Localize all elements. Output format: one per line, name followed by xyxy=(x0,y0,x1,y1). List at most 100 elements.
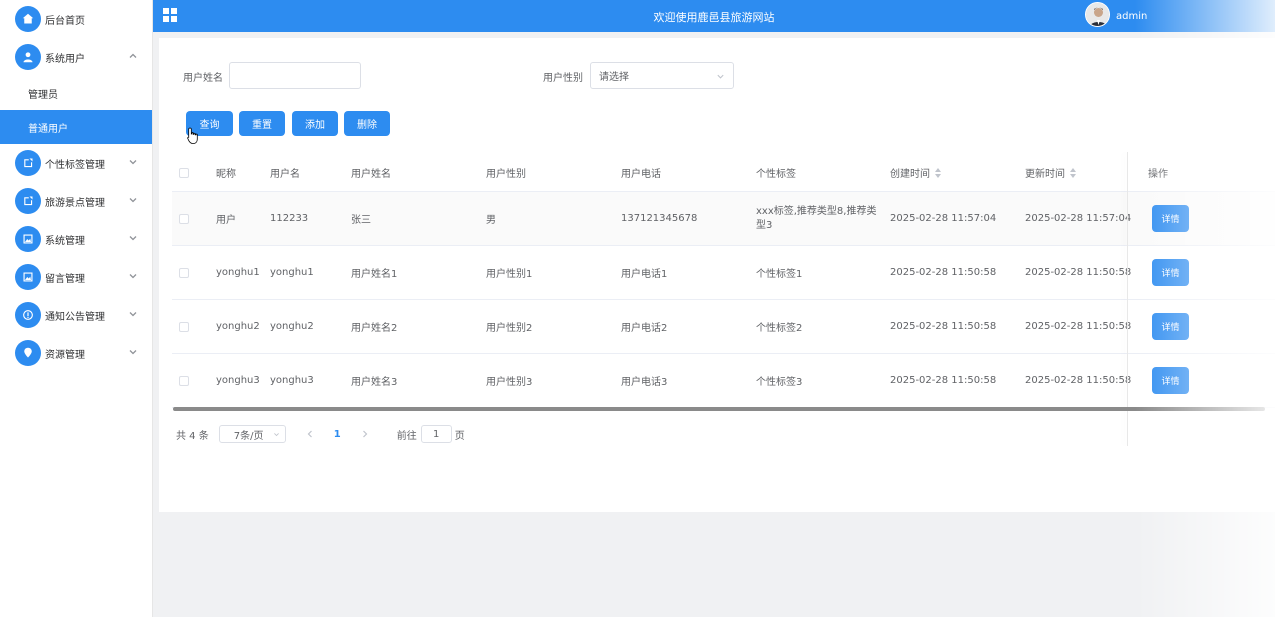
delete-button[interactable]: 删除 xyxy=(344,111,390,136)
cell-phone: 用户电话2 xyxy=(621,323,668,334)
sidebar-item-message-management[interactable]: 留言管理 xyxy=(0,258,152,296)
reset-button[interactable]: 重置 xyxy=(239,111,285,136)
gender-filter-label: 用户性别 xyxy=(543,73,583,84)
table-row: yonghu1 yonghu1 用户姓名1 用户性别1 用户电话1 个性标签1 … xyxy=(172,246,1275,300)
sidebar-item-admin[interactable]: 管理员 xyxy=(0,76,152,110)
row-checkbox[interactable] xyxy=(179,354,189,407)
cell-created: 2025-02-28 11:50:58 xyxy=(890,321,997,332)
cell-gender: 用户性别2 xyxy=(486,323,533,334)
cell-updated: 2025-02-28 11:50:58 xyxy=(1025,267,1132,278)
name-filter-input[interactable] xyxy=(229,62,361,89)
page-size-select[interactable]: 7条/页 xyxy=(218,425,286,443)
name-filter-label: 用户姓名 xyxy=(183,73,223,84)
cell-phone: 用户电话1 xyxy=(621,269,668,280)
sidebar-item-system-users[interactable]: 系统用户 xyxy=(0,38,152,76)
cell-updated: 2025-02-28 11:50:58 xyxy=(1025,321,1132,332)
sidebar-item-notice-management[interactable]: 通知公告管理 xyxy=(0,296,152,334)
cell-phone: 用户电话3 xyxy=(621,377,668,388)
username[interactable]: admin xyxy=(1116,11,1147,22)
cell-updated: 2025-02-28 11:50:58 xyxy=(1025,375,1132,386)
page-number-current[interactable]: 1 xyxy=(334,429,341,440)
sidebar-item-regular-users[interactable]: 普通用户 xyxy=(0,110,152,144)
pagination-total: 共 4 条 xyxy=(176,430,209,442)
cell-gender: 男 xyxy=(486,215,496,226)
sidebar-item-label: 系统用户 xyxy=(45,53,85,65)
column-header-label: 更新时间 xyxy=(1025,169,1065,180)
cell-gender: 用户性别1 xyxy=(486,269,533,280)
chevron-down-icon xyxy=(128,195,138,205)
column-header-sortable[interactable]: 创建时间 xyxy=(890,154,941,191)
cell-realname: 用户姓名3 xyxy=(351,377,398,388)
cell-created: 2025-02-28 11:50:58 xyxy=(890,267,997,278)
row-checkbox[interactable] xyxy=(179,300,189,353)
row-checkbox[interactable] xyxy=(179,192,189,245)
column-header: 操作 xyxy=(1148,169,1168,180)
page-size-value: 7条/页 xyxy=(233,430,264,442)
column-header-sortable[interactable]: 更新时间 xyxy=(1025,154,1076,191)
sidebar-item-label: 普通用户 xyxy=(28,123,68,135)
chevron-down-icon xyxy=(128,309,138,319)
chevron-down-icon xyxy=(273,433,279,437)
sidebar-item-home[interactable]: 后台首页 xyxy=(0,0,152,38)
cell-tags: 个性标签1 xyxy=(756,269,803,280)
cell-realname: 用户姓名2 xyxy=(351,323,398,334)
select-all-checkbox[interactable] xyxy=(179,154,189,191)
chevron-down-icon xyxy=(128,233,138,243)
detail-button[interactable]: 详情 xyxy=(1152,313,1189,340)
cell-nickname: 用户 xyxy=(216,215,236,226)
sort-icon[interactable] xyxy=(935,167,941,178)
sidebar-item-label: 通知公告管理 xyxy=(45,311,105,323)
sidebar: 后台首页 系统用户 管理员 普通用户 个性标签管理 旅游景点管理 系统管理 留言… xyxy=(0,0,153,617)
cell-username: 112233 xyxy=(270,213,309,224)
cell-tags: 个性标签2 xyxy=(756,323,803,334)
main-panel: 用户姓名 用户性别 请选择 查询 重置 添加 删除 昵称 用户名 用户姓名 用户… xyxy=(159,38,1275,512)
cell-created: 2025-02-28 11:50:58 xyxy=(890,375,997,386)
goto-label: 前往 xyxy=(396,430,417,442)
row-checkbox[interactable] xyxy=(179,246,189,299)
goto-page-input[interactable] xyxy=(420,425,452,443)
location-icon xyxy=(15,340,41,366)
user-icon xyxy=(15,44,41,70)
chevron-left-icon[interactable] xyxy=(304,428,316,440)
cell-realname: 用户姓名1 xyxy=(351,269,398,280)
sidebar-item-label: 管理员 xyxy=(28,89,58,101)
sidebar-item-resource-management[interactable]: 资源管理 xyxy=(0,334,152,372)
detail-button[interactable]: 详情 xyxy=(1152,259,1189,286)
cell-gender: 用户性别3 xyxy=(486,377,533,388)
column-header-label: 创建时间 xyxy=(890,169,930,180)
sidebar-item-label: 资源管理 xyxy=(45,349,85,361)
chevron-down-icon xyxy=(717,74,724,79)
sidebar-item-tag-management[interactable]: 个性标签管理 xyxy=(0,144,152,182)
picture-icon xyxy=(15,264,41,290)
cell-created: 2025-02-28 11:57:04 xyxy=(890,213,997,224)
chevron-right-icon[interactable] xyxy=(359,428,371,440)
sidebar-item-attraction-management[interactable]: 旅游景点管理 xyxy=(0,182,152,220)
info-icon xyxy=(15,302,41,328)
column-header: 用户性别 xyxy=(486,169,526,180)
add-button[interactable]: 添加 xyxy=(292,111,338,136)
chevron-down-icon xyxy=(128,271,138,281)
cell-tags: xxx标签,推荐类型8,推荐类型3 xyxy=(756,205,877,231)
edit-icon xyxy=(15,150,41,176)
pagination: 共 4 条 7条/页 1 前往 页 xyxy=(176,424,465,444)
edit-icon xyxy=(15,188,41,214)
cell-updated: 2025-02-28 11:57:04 xyxy=(1025,213,1132,224)
cell-username: yonghu2 xyxy=(270,321,314,332)
cell-phone: 137121345678 xyxy=(621,213,698,224)
column-header: 个性标签 xyxy=(756,169,796,180)
detail-button[interactable]: 详情 xyxy=(1152,205,1189,232)
cell-nickname: yonghu2 xyxy=(216,321,260,332)
sidebar-item-label: 后台首页 xyxy=(45,15,85,27)
cell-username: yonghu3 xyxy=(270,375,314,386)
column-header: 用户姓名 xyxy=(351,169,391,180)
sidebar-item-system-management[interactable]: 系统管理 xyxy=(0,220,152,258)
sort-icon[interactable] xyxy=(1070,167,1076,178)
users-table: 昵称 用户名 用户姓名 用户性别 用户电话 个性标签 创建时间 更新时间 操作 … xyxy=(172,154,1275,408)
picture-icon xyxy=(15,226,41,252)
horizontal-scrollbar[interactable] xyxy=(173,407,1265,411)
sidebar-item-label: 系统管理 xyxy=(45,235,85,247)
detail-button[interactable]: 详情 xyxy=(1152,367,1189,394)
avatar[interactable] xyxy=(1085,2,1110,27)
hand-cursor-icon xyxy=(187,127,198,144)
gender-filter-select[interactable]: 请选择 xyxy=(590,62,734,89)
